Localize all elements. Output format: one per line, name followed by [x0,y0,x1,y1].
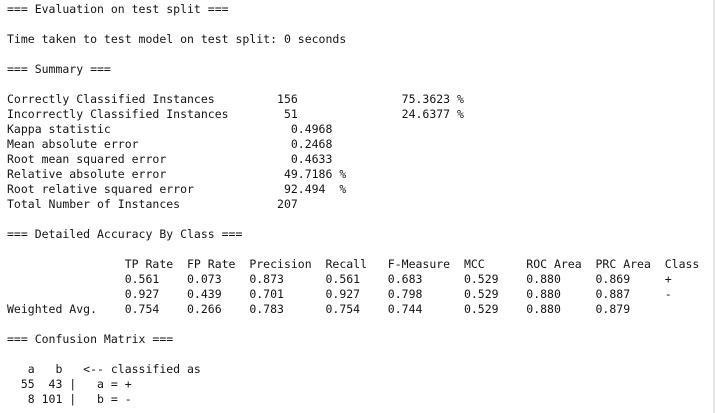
summary-mae-line: Mean absolute error 0.2468 [7,137,333,151]
accuracy-row-plus: 0.561 0.073 0.873 0.561 0.683 0.529 0.88… [7,272,672,286]
accuracy-column-headers: TP Rate FP Rate Precision Recall F-Measu… [7,257,700,271]
summary-header: === Summary === [7,62,111,76]
summary-rrse-line: Root relative squared error 92.494 % [7,182,347,196]
summary-incorrect-line: Incorrectly Classified Instances 51 24.6… [7,107,464,121]
summary-rae-line: Relative absolute error 49.7186 % [7,167,347,181]
confusion-matrix-row-a: 55 43 | a = + [7,377,132,391]
confusion-matrix-row-b: 8 101 | b = - [7,392,132,406]
summary-correct-line: Correctly Classified Instances 156 75.36… [7,92,464,106]
evaluation-header: === Evaluation on test split === [7,2,229,16]
summary-kappa-line: Kappa statistic 0.4968 [7,122,333,136]
classifier-output-text: === Evaluation on test split === Time tak… [7,2,699,407]
summary-total-line: Total Number of Instances 207 [7,197,333,211]
accuracy-header: === Detailed Accuracy By Class === [7,227,243,241]
confusion-matrix-columns: a b <-- classified as [7,362,201,376]
summary-rmse-line: Root mean squared error 0.4633 [7,152,333,166]
classifier-output-pane[interactable]: === Evaluation on test split === Time tak… [0,0,715,413]
accuracy-row-minus: 0.927 0.439 0.701 0.927 0.798 0.529 0.88… [7,287,672,301]
time-taken-line: Time taken to test model on test split: … [7,32,347,46]
accuracy-row-weighted: Weighted Avg. 0.754 0.266 0.783 0.754 0.… [7,302,665,316]
confusion-matrix-header: === Confusion Matrix === [7,332,174,346]
